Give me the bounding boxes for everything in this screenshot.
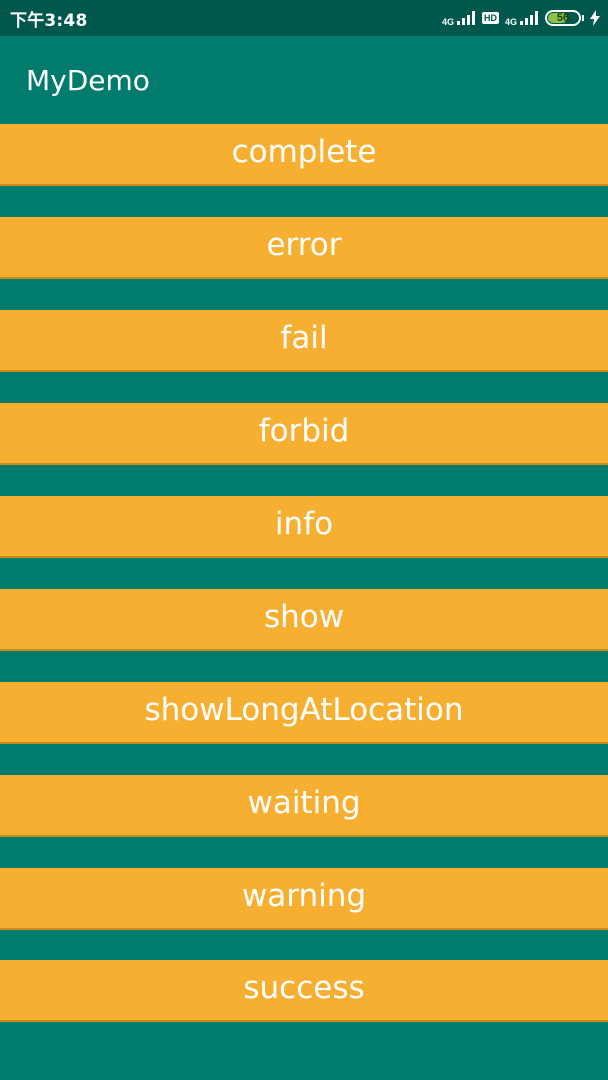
warning-button[interactable]: warning <box>0 868 608 930</box>
battery-icon: 56 <box>545 10 581 26</box>
status-bar: 下午3:48 4G HD 4G 56 <box>0 0 608 36</box>
info-button[interactable]: info <box>0 496 608 558</box>
hd-badge: HD <box>481 12 499 24</box>
battery-level: 56 <box>556 12 570 24</box>
success-button[interactable]: success <box>0 960 608 1022</box>
show-long-at-location-button[interactable]: showLongAtLocation <box>0 682 608 744</box>
battery-tip <box>582 15 584 21</box>
signal-icon-2 <box>520 11 538 25</box>
show-button[interactable]: show <box>0 589 608 651</box>
app-title: MyDemo <box>26 63 150 97</box>
error-button[interactable]: error <box>0 217 608 279</box>
status-time: 下午3:48 <box>10 10 88 31</box>
network-type-label: 4G <box>441 16 454 27</box>
forbid-button[interactable]: forbid <box>0 403 608 465</box>
app-bar: MyDemo <box>0 36 608 124</box>
waiting-button[interactable]: waiting <box>0 775 608 837</box>
fail-button[interactable]: fail <box>0 310 608 372</box>
complete-button[interactable]: complete <box>0 124 608 186</box>
network-type-label-2: 4G <box>504 16 517 27</box>
signal-icon <box>456 11 475 25</box>
status-icons: 4G HD 4G 56 <box>442 10 600 27</box>
charging-icon <box>590 10 600 26</box>
